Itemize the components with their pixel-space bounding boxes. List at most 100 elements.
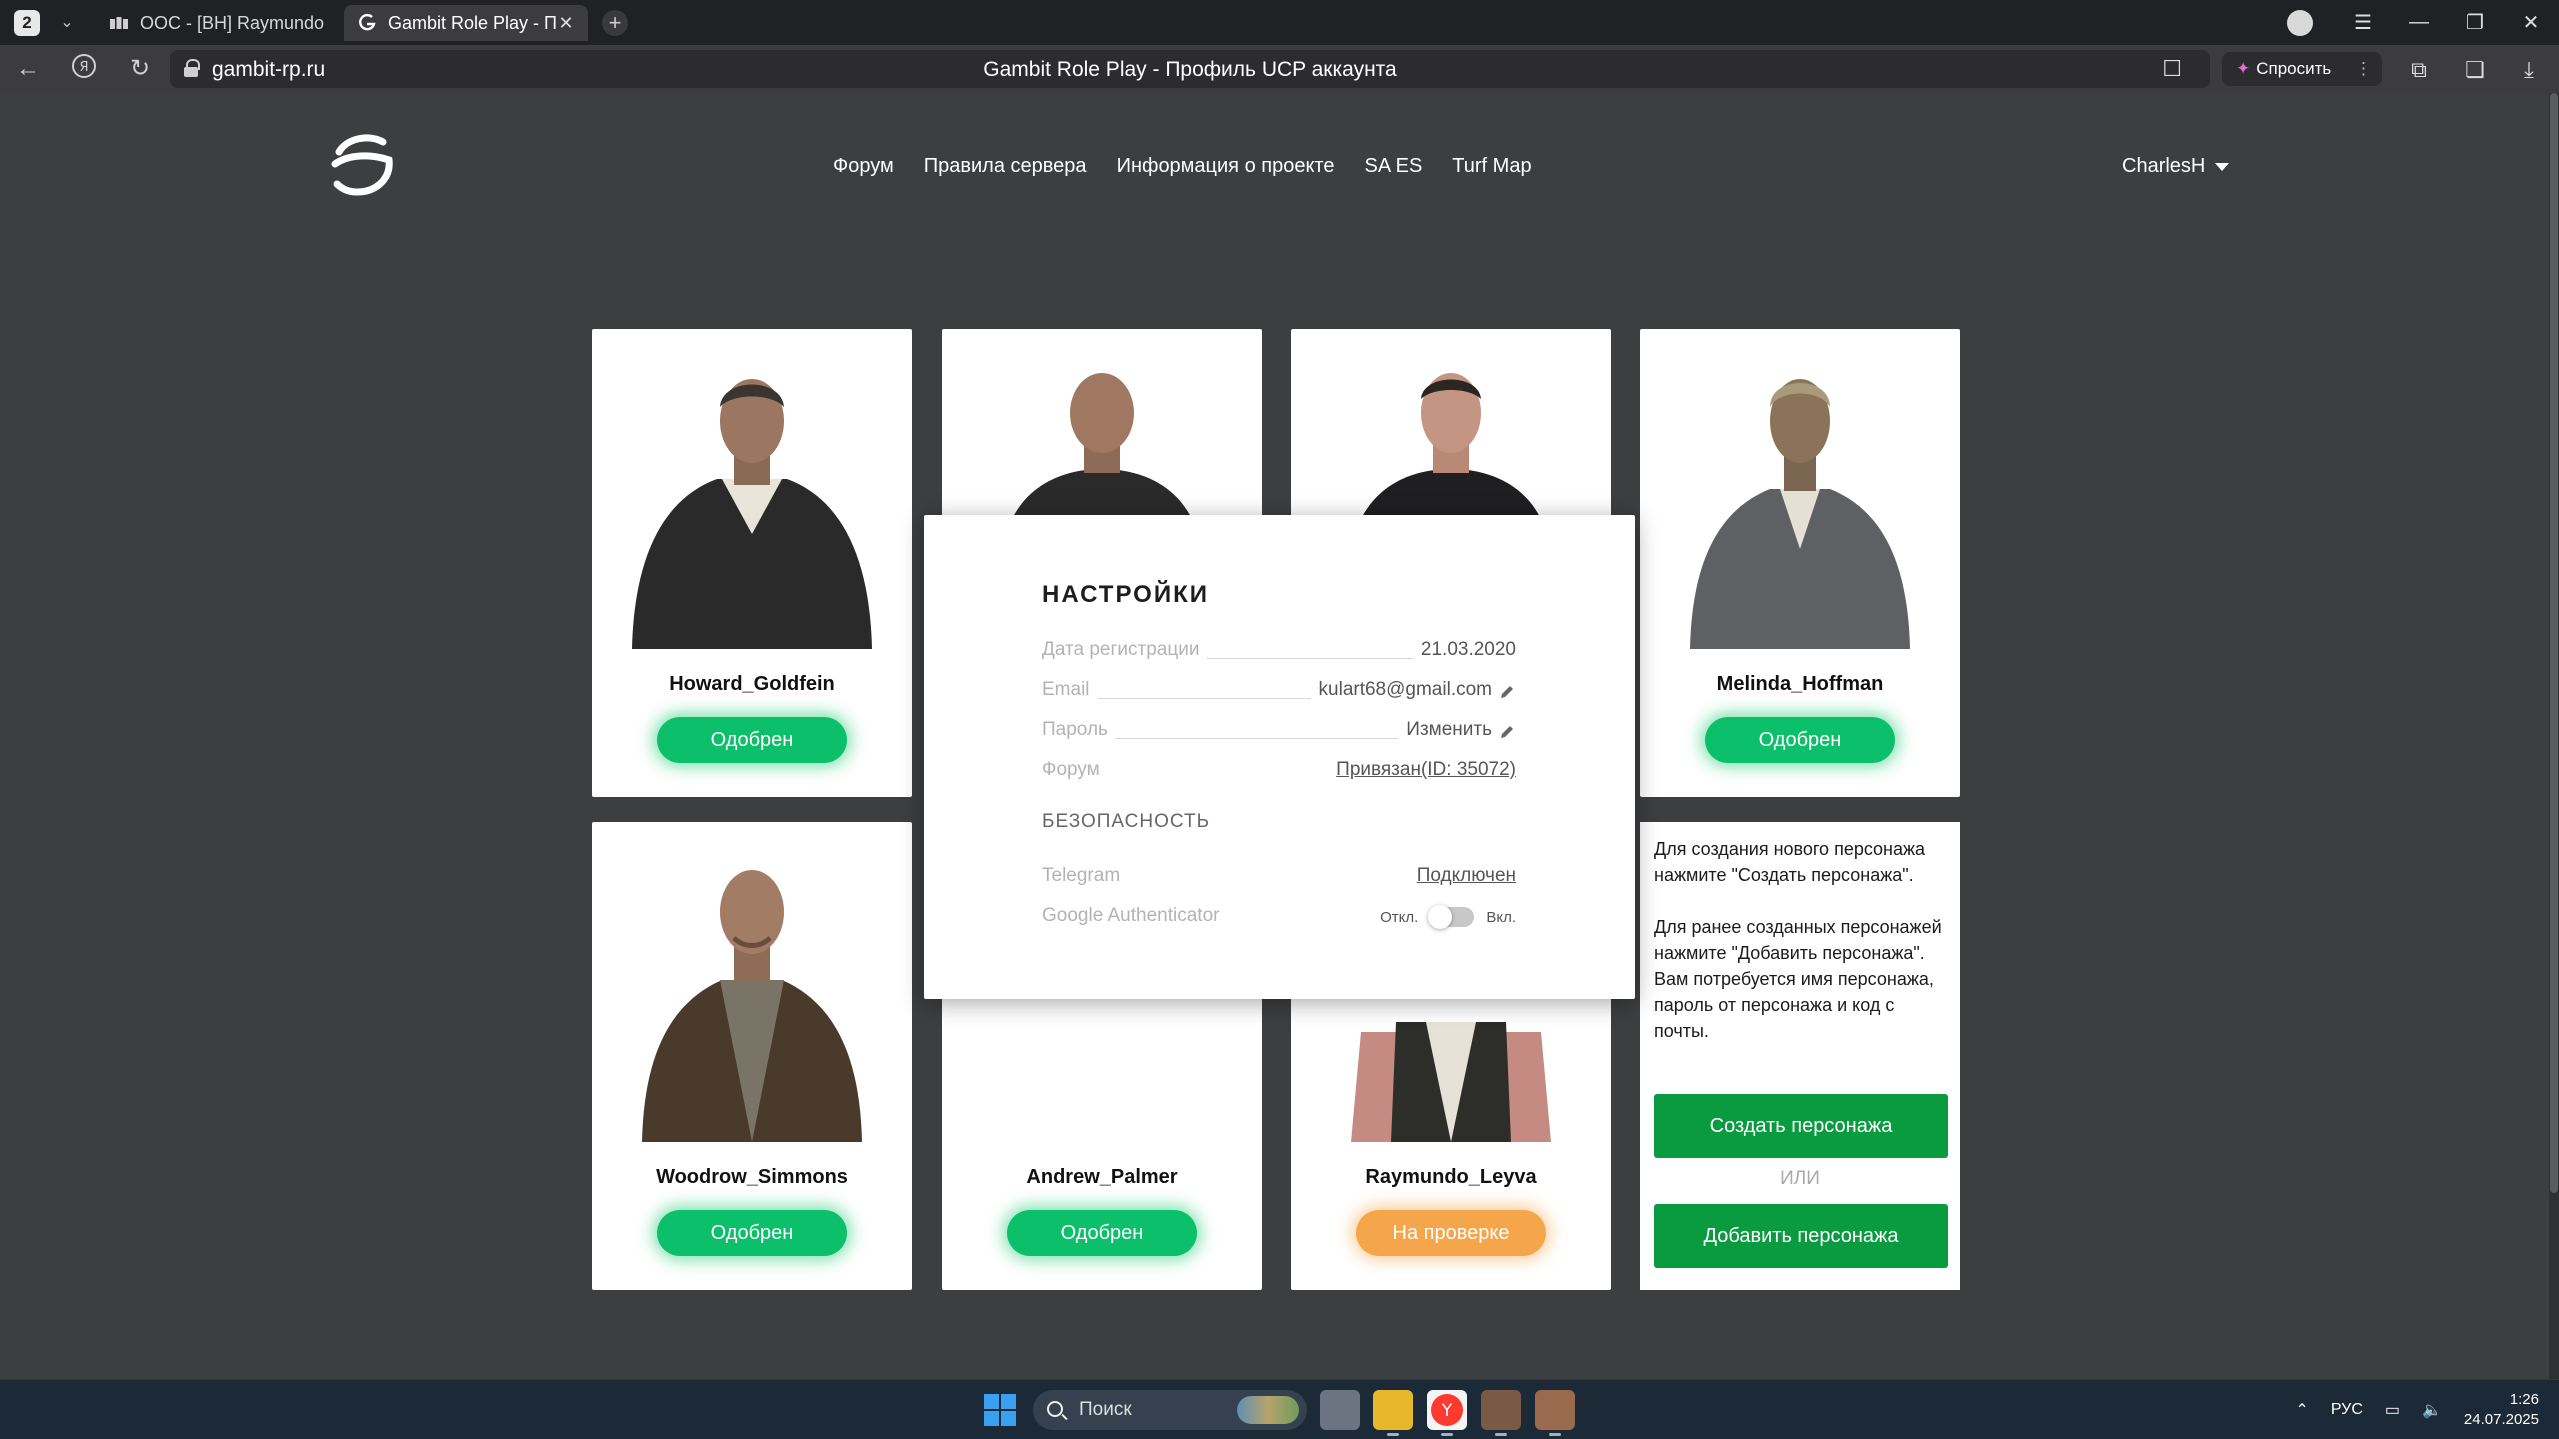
task-view-icon[interactable] <box>1320 1390 1360 1430</box>
search-icon <box>1047 1401 1063 1417</box>
taskbar-search-placeholder: Поиск <box>1079 1399 1132 1420</box>
password-row: Пароль Изменить <box>1042 711 1516 741</box>
browser-tab-gambit[interactable]: Gambit Role Play - Профиль UCP аккаунта … <box>344 5 588 41</box>
row-divider <box>1207 658 1413 659</box>
window-controls: ☰ — ❐ ✕ <box>2287 0 2559 45</box>
taskbar-search[interactable]: Поиск <box>1033 1390 1307 1430</box>
download-icon[interactable]: ⤓ <box>2514 55 2544 85</box>
nav-turf-map[interactable]: Turf Map <box>1452 155 1531 178</box>
site-logo[interactable] <box>325 130 397 196</box>
email-row: Email kulart68@gmail.com <box>1042 671 1516 701</box>
more-icon[interactable]: ⋮ <box>2355 52 2372 86</box>
registration-date-label: Дата регистрации <box>1042 639 1200 660</box>
yandex-icon[interactable]: Я <box>68 53 100 85</box>
add-instructions: Для ранее созданных персонажей нажмите "… <box>1654 917 1942 1041</box>
change-password-link[interactable]: Изменить <box>1406 719 1492 741</box>
page-title: Gambit Role Play - Профиль UCP аккаунта <box>983 58 1397 81</box>
svg-text:Y: Y <box>1441 1401 1453 1421</box>
close-tab-icon[interactable]: ✕ <box>556 13 576 34</box>
telegram-connected-link[interactable]: Подключен <box>1417 865 1516 887</box>
status-pending-button[interactable]: На проверке <box>1356 1210 1546 1256</box>
gambit-favicon-icon <box>356 12 378 34</box>
edit-password-pencil-icon[interactable] <box>1498 723 1516 741</box>
character-card: Woodrow_Simmons Одобрен <box>592 822 912 1290</box>
chevron-down-icon[interactable]: ⌄ <box>52 8 82 38</box>
volume-icon[interactable]: 🔈 <box>2422 1400 2442 1420</box>
url-field[interactable]: gambit-rp.ru Gambit Role Play - Профиль … <box>170 50 2210 88</box>
nav-forum[interactable]: Форум <box>833 155 894 178</box>
nav-sa-es[interactable]: SA ES <box>1364 155 1422 178</box>
close-window-icon[interactable]: ✕ <box>2503 10 2559 35</box>
or-separator: ИЛИ <box>1780 1168 1820 1189</box>
status-approved-button[interactable]: Одобрен <box>657 1210 847 1256</box>
row-spacer <box>1108 778 1328 779</box>
yandex-browser-icon[interactable]: Y <box>1427 1390 1467 1436</box>
ask-button[interactable]: ✦ Спросить ⋮ <box>2222 52 2382 86</box>
new-tab-button[interactable]: + <box>602 10 628 36</box>
minimize-icon[interactable]: — <box>2391 11 2447 34</box>
status-approved-button[interactable]: Одобрен <box>657 717 847 763</box>
windows-start-icon[interactable] <box>984 1394 1016 1426</box>
network-icon[interactable]: ▭ <box>2385 1400 2400 1420</box>
character-avatar <box>632 379 872 649</box>
status-approved-button[interactable]: Одобрен <box>1007 1210 1197 1256</box>
registration-date-row: Дата регистрации 21.03.2020 <box>1042 631 1516 661</box>
restore-icon[interactable]: ❐ <box>2447 10 2503 35</box>
nav-rules[interactable]: Правила сервера <box>924 155 1087 178</box>
forum-row: Форум Привязан(ID: 35072) <box>1042 751 1516 781</box>
forum-label: Форум <box>1042 759 1100 780</box>
tab-counter[interactable]: 2 <box>14 10 40 36</box>
collections-icon[interactable]: ❏ <box>2460 55 2490 85</box>
clock[interactable]: 1:26 24.07.2025 <box>2464 1390 2539 1430</box>
caret-down-icon <box>2215 162 2230 171</box>
forum-favicon-icon <box>108 12 130 34</box>
create-instructions: Для создания нового персонажа нажмите "С… <box>1654 839 1926 885</box>
character-actions-card: Для создания нового персонажа нажмите "С… <box>1640 822 1960 1290</box>
settings-title: НАСТРОЙКИ <box>1042 581 1209 608</box>
google-authenticator-label: Google Authenticator <box>1042 905 1220 926</box>
ga-on-label: Вкл. <box>1486 908 1516 926</box>
clock-date: 24.07.2025 <box>2463 1411 2539 1428</box>
instructions: Для создания нового персонажа нажмите "С… <box>1654 836 1954 1044</box>
profile-avatar-icon[interactable] <box>2287 9 2313 36</box>
username: CharlesH <box>2122 155 2206 177</box>
forum-linked-link[interactable]: Привязан(ID: 35072) <box>1336 759 1516 781</box>
row-spacer <box>1128 884 1409 885</box>
character-avatar <box>642 870 862 1142</box>
character-name: Howard_Goldfein <box>669 673 835 695</box>
browser-addressbar: ← Я ↻ gambit-rp.ru Gambit Role Play - Пр… <box>0 45 2559 93</box>
tray-chevron-up-icon[interactable]: ⌃ <box>2295 1400 2308 1420</box>
settings-modal: НАСТРОЙКИ Дата регистрации 21.03.2020 Em… <box>924 515 1635 999</box>
edit-email-pencil-icon[interactable] <box>1498 683 1516 701</box>
search-highlight-image <box>1237 1396 1299 1424</box>
character-card: Melinda_Hoffman Одобрен <box>1640 329 1960 797</box>
menu-icon[interactable]: ☰ <box>2335 10 2391 35</box>
user-menu[interactable]: CharlesH <box>2122 155 2230 178</box>
row-divider <box>1115 738 1399 739</box>
browser-tabbar: 2 ⌄ OOC - [BH] Raymundo Leyva Gambit Rol… <box>0 0 2559 45</box>
site-nav: Форум Правила сервера Информация о проек… <box>833 155 1532 178</box>
game-launcher-icon[interactable] <box>1481 1390 1521 1436</box>
browser-tab-ooc[interactable]: OOC - [BH] Raymundo Leyva <box>96 5 340 41</box>
bookmark-icon[interactable]: ☐ <box>2162 56 2182 82</box>
scrollbar-thumb[interactable] <box>2550 93 2558 1193</box>
ai-spark-icon: ✦ <box>2236 59 2251 78</box>
file-explorer-icon[interactable] <box>1373 1390 1413 1436</box>
add-character-button[interactable]: Добавить персонажа <box>1654 1204 1948 1268</box>
game-client-icon[interactable] <box>1535 1390 1575 1436</box>
back-icon[interactable]: ← <box>12 53 44 85</box>
telegram-row: Telegram Подключен <box>1042 857 1516 887</box>
language-indicator[interactable]: РУС <box>2331 1401 2363 1419</box>
reload-icon[interactable]: ↻ <box>124 53 156 85</box>
row-divider <box>1097 698 1311 699</box>
password-label: Пароль <box>1042 719 1108 740</box>
extensions-icon[interactable]: ⧉ <box>2404 55 2434 85</box>
character-name: Raymundo_Leyva <box>1365 1166 1537 1188</box>
status-approved-button[interactable]: Одобрен <box>1705 717 1895 763</box>
telegram-label: Telegram <box>1042 865 1121 886</box>
page-scrollbar[interactable] <box>2549 93 2559 1379</box>
ga-off-label: Откл. <box>1380 908 1419 926</box>
ga-toggle-switch[interactable] <box>1428 905 1475 929</box>
nav-project-info[interactable]: Информация о проекте <box>1117 155 1335 178</box>
create-character-button[interactable]: Создать персонажа <box>1654 1094 1948 1158</box>
